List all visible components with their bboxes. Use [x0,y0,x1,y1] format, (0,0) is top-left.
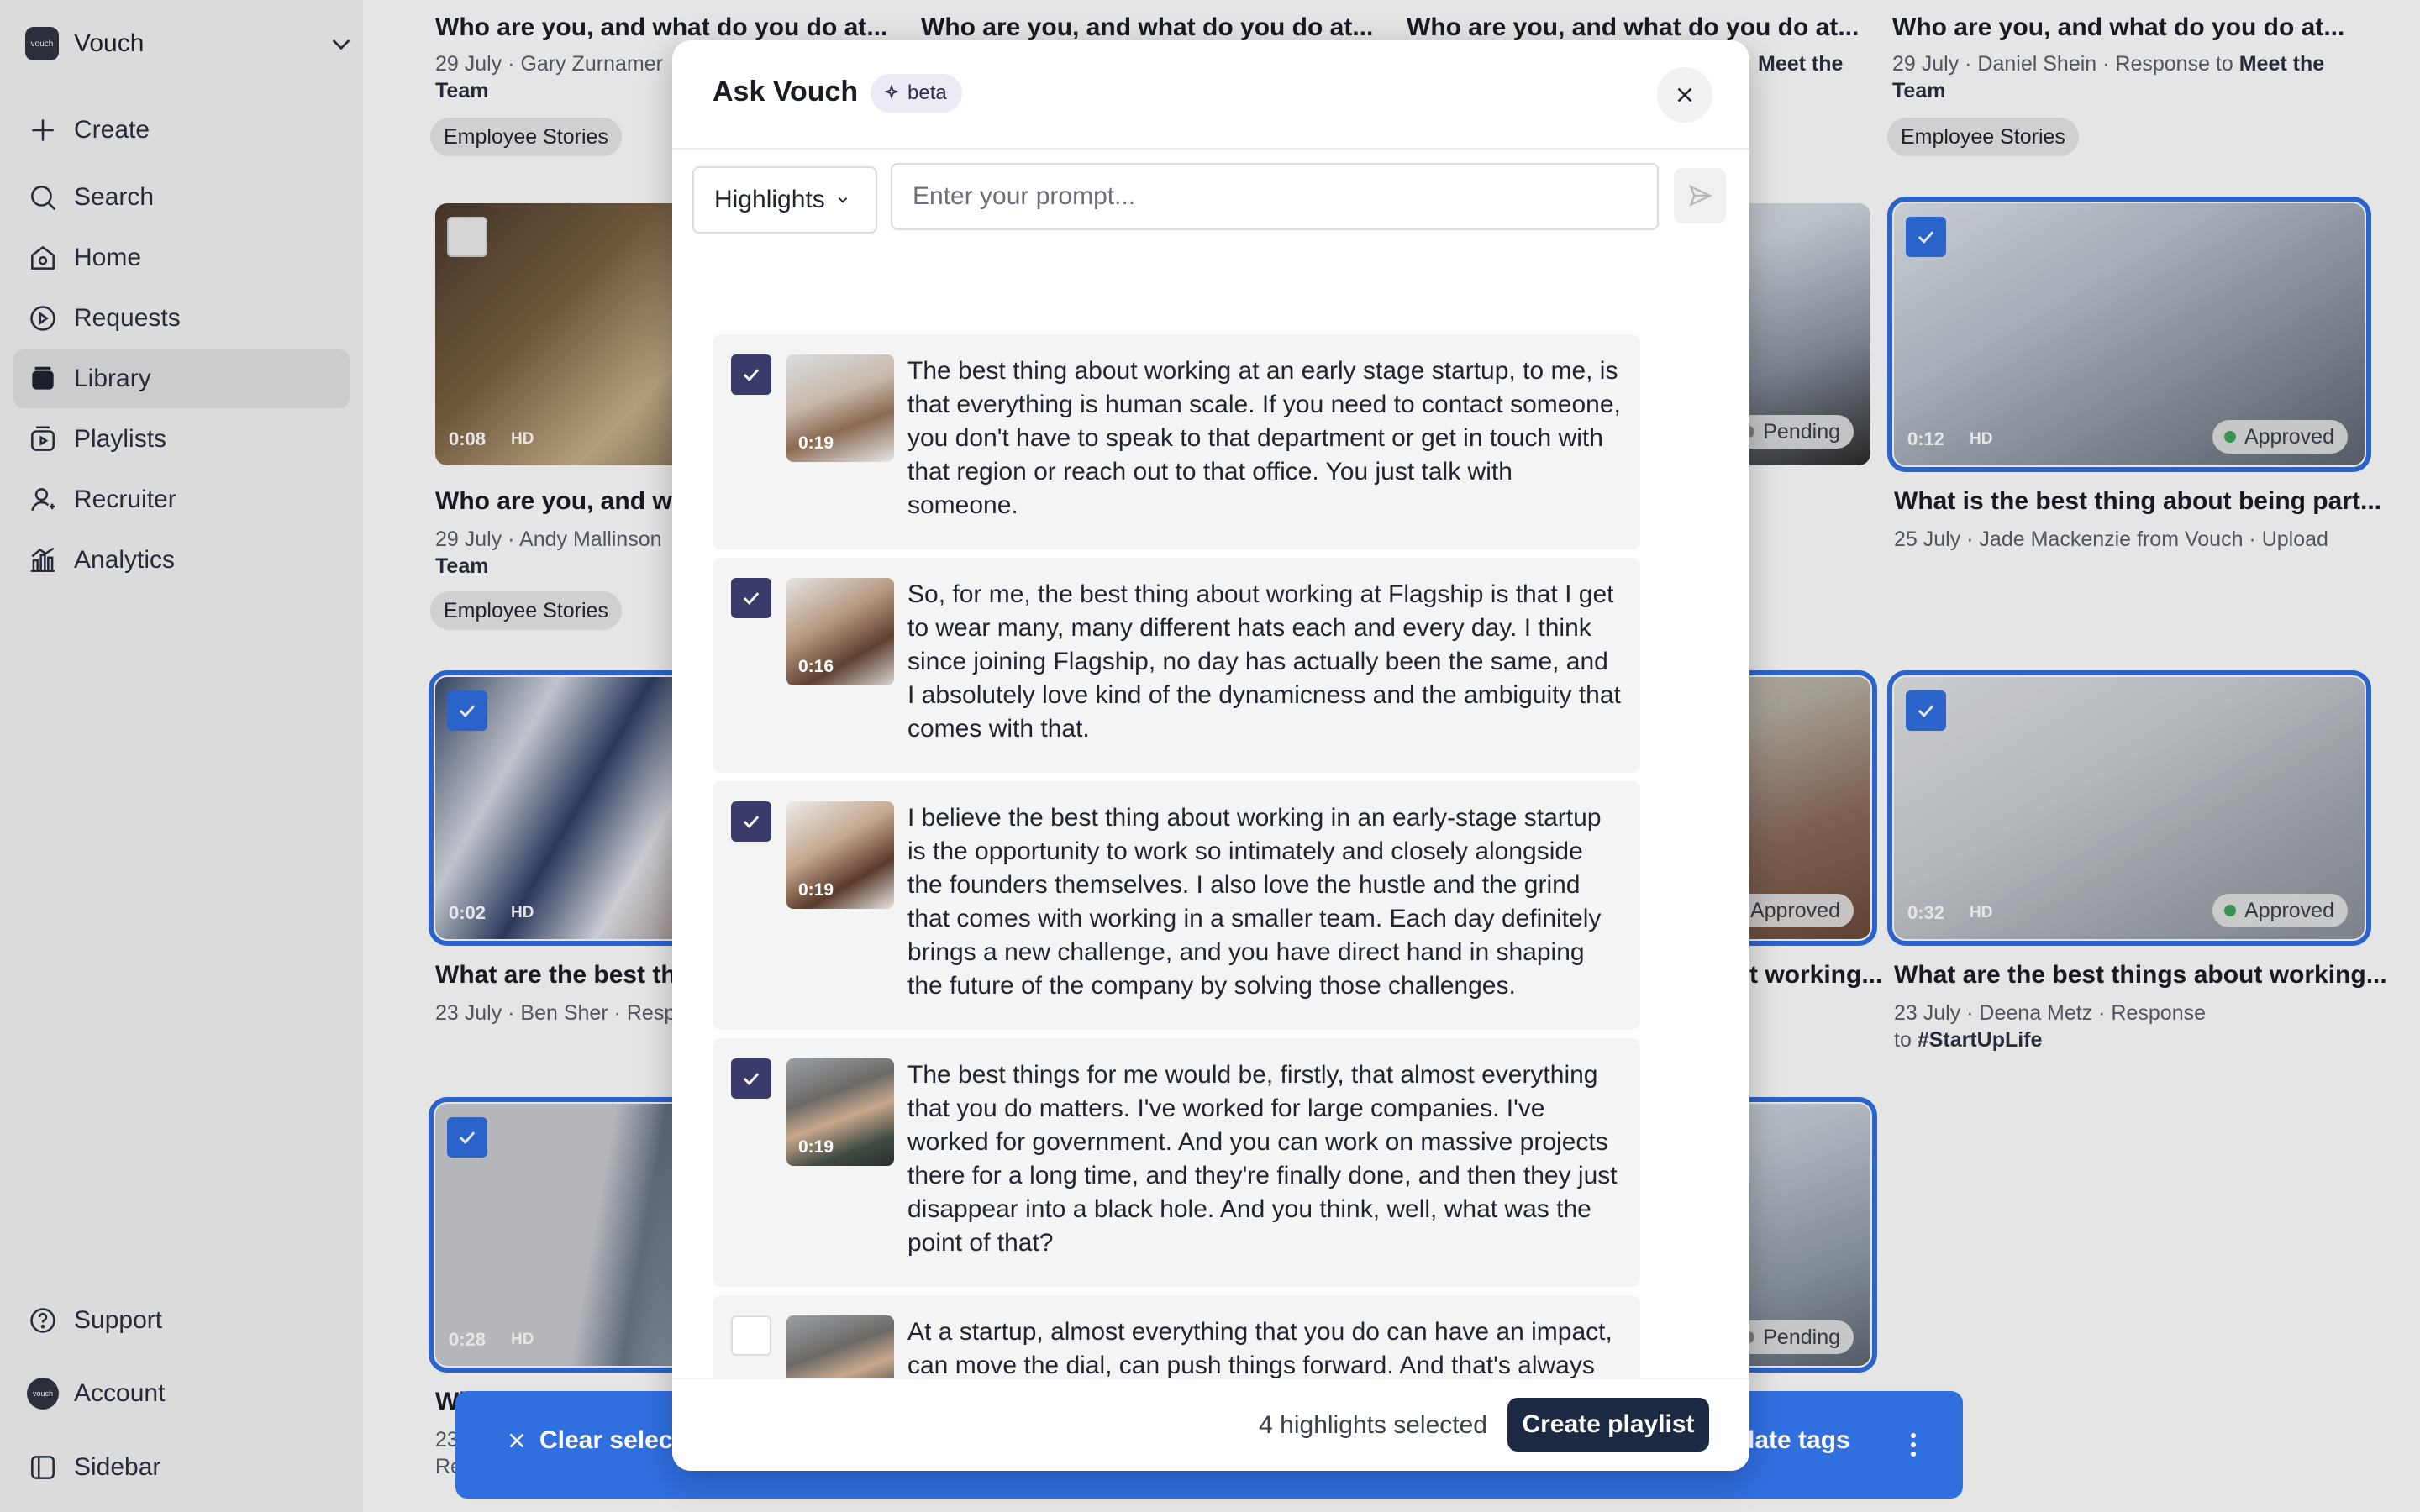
send-icon [1689,184,1712,207]
close-modal-button[interactable] [1657,67,1712,123]
checkmark-icon [743,369,760,381]
modal-footer: 4 highlights selected Create playlist [672,1378,1749,1471]
update-tags-button[interactable]: date tags [1739,1426,1850,1455]
highlight-thumbnail[interactable]: 0:19 [786,801,894,909]
highlight-transcript: At a startup, almost everything that you… [908,1318,1612,1378]
highlight-transcript: So, for me, the best thing about working… [908,580,1621,743]
highlight-item[interactable]: 0:16 So, for me, the best thing about wo… [713,558,1640,773]
highlight-item[interactable]: 0:19 The best things for me would be, fi… [713,1038,1640,1287]
highlight-item[interactable]: 0:19 The best thing about working at an … [713,334,1640,549]
close-icon [509,1433,524,1448]
highlight-checkbox[interactable] [731,1058,771,1099]
highlight-item[interactable]: At a startup, almost everything that you… [713,1295,1640,1378]
highlight-thumbnail[interactable] [786,1315,894,1378]
checkmark-icon [743,816,760,828]
highlight-transcript: I believe the best thing about working i… [908,804,1602,1000]
checkmark-icon [743,1073,760,1085]
highlight-duration: 0:19 [798,433,834,453]
highlight-thumbnail[interactable]: 0:19 [786,1058,894,1166]
more-options-icon[interactable] [1901,1428,1926,1462]
highlight-thumbnail[interactable]: 0:19 [786,354,894,462]
highlight-thumbnail[interactable]: 0:16 [786,578,894,685]
prompt-input[interactable] [891,163,1659,230]
create-playlist-button[interactable]: Create playlist [1507,1398,1709,1452]
modal-title: Ask Vouch [713,76,859,108]
highlight-checkbox[interactable] [731,1315,771,1356]
beta-badge: beta [871,74,962,113]
highlight-duration: 0:19 [798,880,834,900]
highlight-transcript: The best things for me would be, firstly… [908,1061,1618,1257]
highlight-checkbox[interactable] [731,801,771,842]
highlight-transcript: The best thing about working at an early… [908,357,1621,519]
close-icon [1677,87,1692,102]
highlight-duration: 0:19 [798,1137,834,1157]
ask-vouch-modal: Ask Vouch beta Highlights 0:19 The best … [672,40,1749,1471]
send-button[interactable] [1674,168,1726,223]
sparkle-icon [884,84,899,100]
highlight-item[interactable]: 0:19 I believe the best thing about work… [713,781,1640,1030]
highlights-list[interactable]: 0:19 The best thing about working at an … [672,242,1749,1378]
chevron-down-icon [838,197,847,203]
highlight-duration: 0:16 [798,657,834,676]
selected-count: 4 highlights selected [1259,1411,1487,1439]
mode-select[interactable]: Highlights [692,166,877,234]
highlight-checkbox[interactable] [731,354,771,395]
highlight-checkbox[interactable] [731,578,771,618]
clear-selection-button[interactable]: Clear select [504,1426,681,1455]
divider [672,148,1749,150]
checkmark-icon [743,592,760,605]
